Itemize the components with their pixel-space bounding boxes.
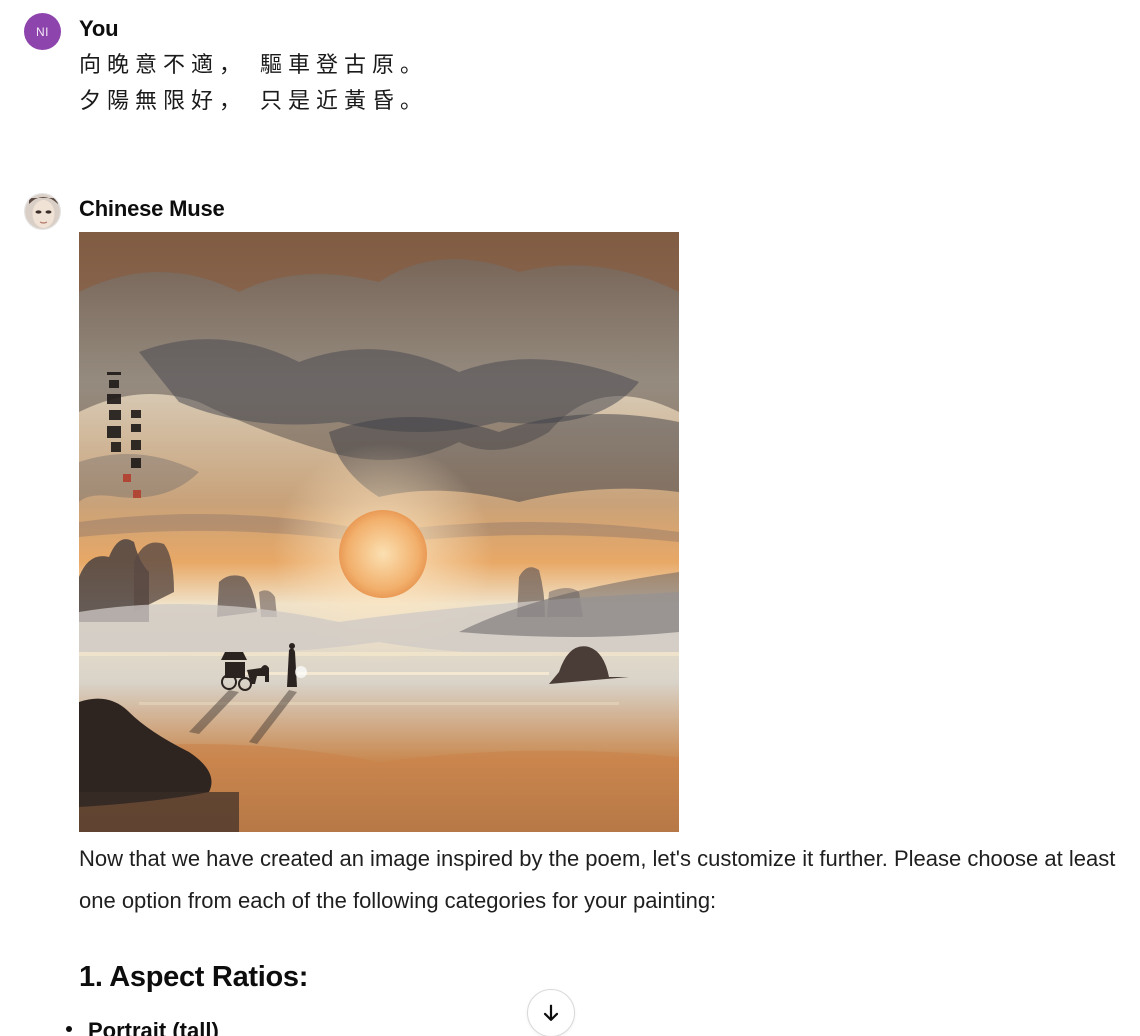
assistant-avatar xyxy=(24,193,61,230)
user-avatar: NI xyxy=(24,13,61,50)
user-message-text: 向晚意不適， 驅車登古原。 夕陽無限好， 只是近黃昏。 xyxy=(79,48,428,120)
poem-line: 夕陽無限好， 只是近黃昏。 xyxy=(79,89,428,114)
list-item: Portrait (tall) xyxy=(66,1016,219,1036)
generated-image[interactable] xyxy=(79,232,679,832)
option-label: Portrait (tall) xyxy=(88,1018,219,1036)
arrow-down-icon xyxy=(543,1004,559,1021)
face-portrait-icon xyxy=(25,194,60,229)
assistant-author-name: Chinese Muse xyxy=(79,196,225,221)
scroll-to-bottom-button[interactable] xyxy=(527,989,575,1036)
poem-line: 向晚意不適， 驅車登古原。 xyxy=(79,53,428,78)
assistant-message-text: Now that we have created an image inspir… xyxy=(79,846,1116,913)
bullet-icon xyxy=(66,1026,72,1032)
user-author-name: You xyxy=(79,16,119,41)
section-heading: 1. Aspect Ratios: xyxy=(79,961,309,993)
sunset-painting xyxy=(79,232,679,832)
chat-page: NI You 向晚意不適， 驅車登古原。 夕陽無限好， 只是近黃昏。 Chine… xyxy=(0,0,1140,1036)
